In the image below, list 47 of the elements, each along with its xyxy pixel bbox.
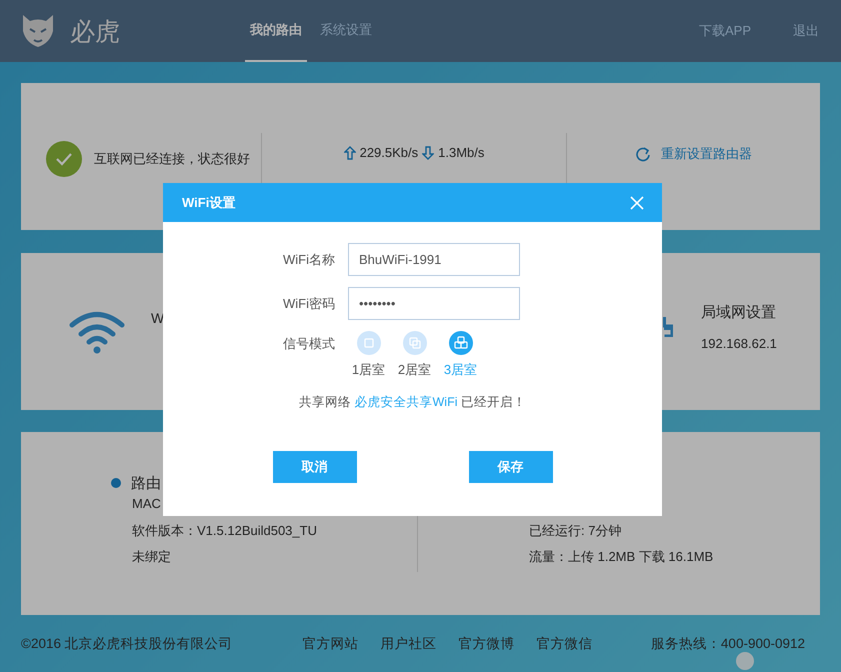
dialog-button[interactable]: 保存	[468, 451, 552, 483]
share-wifi-link[interactable]: 必虎安全共享WiFi	[354, 395, 458, 409]
info-line: 未绑定	[131, 548, 172, 566]
lan-settings-title[interactable]: 局域网设置	[701, 303, 777, 322]
footer-link[interactable]: 官方网站	[302, 634, 359, 652]
close-icon[interactable]	[630, 196, 644, 210]
reset-router-link[interactable]: 重新设置路由器	[661, 145, 752, 163]
mode-option[interactable]: 1居室	[348, 331, 389, 379]
down-arrow-icon	[422, 146, 434, 160]
up-arrow-icon	[344, 146, 356, 160]
two-squares-icon	[402, 331, 426, 355]
header-link[interactable]: 退出	[793, 22, 819, 40]
input-field[interactable]: BhuWiFi-1991	[348, 243, 520, 276]
floating-dot	[736, 652, 754, 670]
field-label: WiFi密码	[282, 294, 336, 312]
field-label: WiFi名称	[282, 250, 336, 268]
dialog-button[interactable]: 取消	[272, 451, 356, 483]
header-link[interactable]: 下载APP	[698, 22, 751, 40]
bullet-dot	[111, 478, 121, 488]
upload-speed: 229.5Kb/s	[360, 145, 418, 160]
info-line: 软件版本：V1.5.12Build503_TU	[131, 522, 318, 540]
mode-option[interactable]: 2居室	[394, 331, 435, 379]
logo-text: 必虎	[70, 16, 120, 48]
info-line: 已经运行: 7分钟	[529, 522, 622, 540]
download-speed: 1.3Mb/s	[438, 145, 484, 160]
check-icon	[46, 141, 82, 177]
router-info-title: 路由	[131, 474, 161, 492]
cat-head-icon	[20, 13, 56, 49]
field-label: 信号模式	[282, 335, 336, 353]
share-status-text: 共享网络 必虎安全共享WiFi 已经开启！	[298, 394, 527, 411]
copyright-text: ©2016 北京必虎科技股份有限公司	[21, 634, 233, 652]
input-field[interactable]: ••••••••	[348, 287, 520, 320]
footer-link[interactable]: 官方微博	[458, 634, 515, 652]
wifi-icon	[69, 310, 125, 354]
mode-option[interactable]: 3居室	[440, 331, 481, 379]
three-squares-icon	[448, 331, 472, 355]
nav-tab[interactable]: 我的路由	[245, 0, 307, 62]
internet-status: 互联网已经连接，状态很好	[94, 150, 250, 168]
footer-link[interactable]: 用户社区	[380, 634, 437, 652]
info-line: 流量：上传 1.2MB 下载 16.1MB	[529, 548, 714, 566]
nav-tab[interactable]: 系统设置	[315, 0, 377, 62]
lan-ip: 192.168.62.1	[701, 336, 777, 351]
footer-link[interactable]: 官方微信	[536, 634, 593, 652]
dialog-title: WiFi设置	[182, 194, 236, 212]
refresh-icon	[635, 146, 651, 162]
hotline-text: 服务热线：400-900-0912	[650, 634, 805, 652]
info-line: MAC	[131, 496, 162, 513]
